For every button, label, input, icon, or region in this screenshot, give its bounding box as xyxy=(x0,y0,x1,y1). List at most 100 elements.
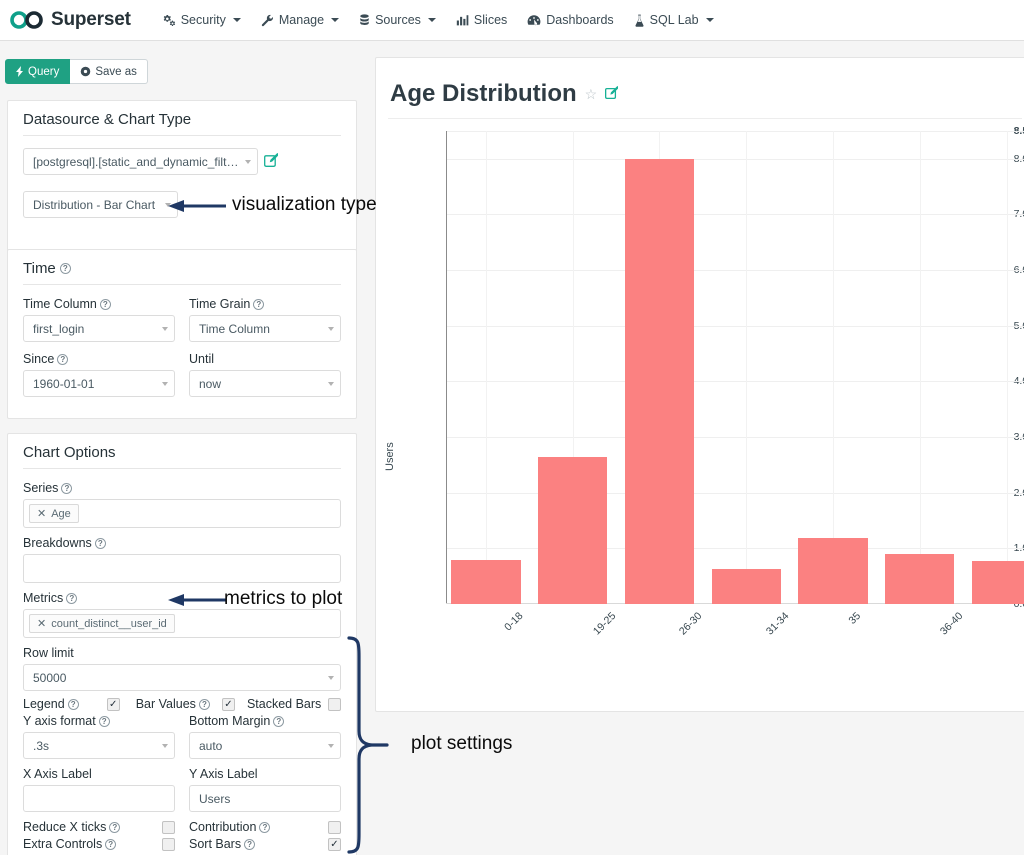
y-axis-label-input[interactable]: Users xyxy=(189,785,341,812)
bar[interactable] xyxy=(624,158,695,604)
annotation-label-visualization-type: visualization type xyxy=(232,194,377,215)
nav-item-sql-lab[interactable]: SQL Lab xyxy=(624,0,724,41)
chevron-down-icon xyxy=(328,675,334,680)
superset-infinity-logo-icon xyxy=(10,11,43,29)
help-icon[interactable]: ? xyxy=(109,821,121,833)
until-select[interactable]: now xyxy=(189,370,341,397)
y-axis-line xyxy=(446,131,447,604)
x-axis-tick-label: 36-40 xyxy=(937,610,966,638)
until-select-value: now xyxy=(199,376,222,391)
chart-options-panel-title: Chart Options xyxy=(23,444,116,461)
metrics-token[interactable]: ✕ count_distinct__user_id xyxy=(29,614,175,633)
nav-item-manage[interactable]: Manage xyxy=(251,0,349,41)
y-axis-label-value: Users xyxy=(199,791,231,806)
help-icon[interactable]: ? xyxy=(198,698,210,710)
sort-bars-label: Sort Bars xyxy=(189,837,242,851)
bar[interactable] xyxy=(971,560,1024,604)
chevron-down-icon xyxy=(162,743,168,748)
x-axis-tick-label: 0-18 xyxy=(502,610,526,634)
help-icon[interactable]: ? xyxy=(59,263,71,274)
help-icon[interactable]: ? xyxy=(98,715,110,727)
datasource-select[interactable]: [postgresql].[static_and_dynamic_filters… xyxy=(23,148,258,175)
grid-line xyxy=(446,270,1024,272)
grid-line xyxy=(446,492,1024,494)
extra-controls-checkbox[interactable] xyxy=(162,837,175,851)
chart-title: Age Distribution xyxy=(390,80,577,107)
breakdowns-input[interactable] xyxy=(23,554,341,583)
nav-item-security[interactable]: Security xyxy=(153,0,251,41)
x-axis-tick-label: 26-30 xyxy=(677,610,705,638)
save-as-button[interactable]: Save as xyxy=(70,59,148,84)
grid-line xyxy=(446,158,1024,160)
brand-logo-link[interactable]: Superset xyxy=(10,9,131,31)
navbar: Superset Security Manage Sources Slices … xyxy=(0,0,1024,41)
remove-token-icon[interactable]: ✕ xyxy=(37,507,46,520)
x-axis-label-input[interactable] xyxy=(23,785,175,812)
query-button[interactable]: Query xyxy=(5,59,71,84)
edit-chart-title-icon[interactable] xyxy=(605,86,620,102)
database-icon xyxy=(359,13,370,27)
stacked-bars-label: Stacked Bars xyxy=(246,697,322,711)
extra-controls-label: Extra Controls xyxy=(23,837,103,851)
chevron-down-icon xyxy=(328,743,334,748)
reduce-x-ticks-checkbox[interactable] xyxy=(162,820,175,834)
row-limit-select[interactable]: 50000 xyxy=(23,664,341,691)
help-icon[interactable]: ? xyxy=(67,698,79,710)
series-token[interactable]: ✕ Age xyxy=(29,504,79,523)
nav-item-sql-lab-label: SQL Lab xyxy=(649,13,699,27)
nav-item-sources[interactable]: Sources xyxy=(349,0,446,41)
help-icon[interactable]: ? xyxy=(99,298,111,310)
help-icon[interactable]: ? xyxy=(57,353,69,365)
help-icon[interactable]: ? xyxy=(61,482,73,494)
contribution-checkbox[interactable] xyxy=(328,820,341,834)
grid-line xyxy=(485,131,487,604)
since-select[interactable]: 1960-01-01 xyxy=(23,370,175,397)
chart-header: Age Distribution ☆ xyxy=(376,58,1024,118)
nav-item-dashboards[interactable]: Dashboards xyxy=(517,0,623,41)
bar[interactable] xyxy=(885,553,955,604)
bar-chart-icon xyxy=(456,14,469,27)
nav-item-slices[interactable]: Slices xyxy=(446,0,517,41)
series-input[interactable]: ✕ Age xyxy=(23,499,341,528)
bottom-margin-select[interactable]: auto xyxy=(189,732,341,759)
breakdowns-label: Breakdowns ? xyxy=(23,536,341,550)
bar-chart-plot[interactable]: Users 0.001.002.003.004.005.006.007.008.… xyxy=(376,119,1024,679)
bar-values-checkbox[interactable]: ✓ xyxy=(221,697,235,711)
help-icon[interactable]: ? xyxy=(66,592,78,604)
bar-values-label: Bar Values xyxy=(135,697,196,711)
grid-line xyxy=(1006,131,1008,604)
bar[interactable] xyxy=(451,560,521,604)
help-icon[interactable]: ? xyxy=(244,838,256,850)
legend-checkbox[interactable]: ✓ xyxy=(106,697,120,711)
time-panel: Time ? Time Column ? first_login Time Gr… xyxy=(7,249,357,419)
grid-line xyxy=(832,131,834,604)
grid-line xyxy=(446,325,1024,327)
grid-line xyxy=(446,437,1024,439)
gears-icon xyxy=(163,14,176,27)
remove-token-icon[interactable]: ✕ xyxy=(37,617,46,630)
bar[interactable] xyxy=(711,568,781,604)
time-grain-select-value: Time Column xyxy=(199,321,270,336)
metrics-input[interactable]: ✕ count_distinct__user_id xyxy=(23,609,341,638)
sort-bars-checkbox[interactable]: ✓ xyxy=(328,837,341,851)
datasource-select-value: [postgresql].[static_and_dynamic_filters… xyxy=(33,154,245,169)
help-icon[interactable]: ? xyxy=(105,838,117,850)
star-outline-icon[interactable]: ☆ xyxy=(585,86,598,103)
nav-item-slices-label: Slices xyxy=(473,13,508,27)
help-icon[interactable]: ? xyxy=(273,715,285,727)
grid-line xyxy=(446,214,1024,216)
edit-datasource-icon[interactable] xyxy=(264,153,279,170)
stacked-bars-checkbox[interactable] xyxy=(328,697,341,711)
time-column-select[interactable]: first_login xyxy=(23,315,175,342)
time-column-label: Time Column ? xyxy=(23,297,175,311)
bar[interactable] xyxy=(537,456,608,604)
y-axis-format-select[interactable]: .3s xyxy=(23,732,175,759)
help-icon[interactable]: ? xyxy=(253,298,265,310)
time-grain-select[interactable]: Time Column xyxy=(189,315,341,342)
help-icon[interactable]: ? xyxy=(94,537,106,549)
x-axis-tick-label: 19-25 xyxy=(590,610,619,638)
query-button-label: Query xyxy=(28,65,60,78)
help-icon[interactable]: ? xyxy=(259,821,271,833)
bar[interactable] xyxy=(798,538,868,604)
viz-type-select[interactable]: Distribution - Bar Chart xyxy=(23,191,178,218)
